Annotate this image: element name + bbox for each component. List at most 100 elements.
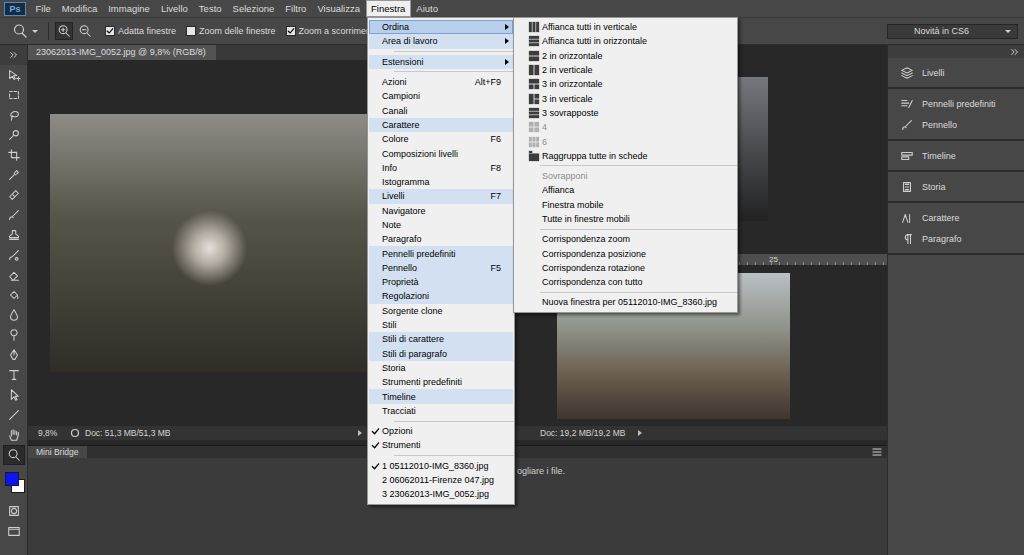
menu-item[interactable]: 2 in verticale bbox=[515, 63, 736, 77]
tool-preset-picker[interactable] bbox=[12, 23, 42, 39]
menu-item[interactable]: Stili di paragrafo bbox=[369, 347, 513, 361]
menu-item[interactable]: 2 in orizzontale bbox=[515, 49, 736, 63]
tool-button[interactable] bbox=[3, 245, 25, 265]
menu-item[interactable]: Corrispondenza rotazione bbox=[515, 261, 736, 275]
tool-button[interactable] bbox=[3, 125, 25, 145]
menu-item[interactable]: 3 in verticale bbox=[515, 91, 736, 105]
menu-item[interactable]: Navigatore bbox=[369, 204, 513, 218]
panel-button[interactable]: Pennelli predefiniti bbox=[888, 93, 1024, 114]
tool-button[interactable] bbox=[3, 185, 25, 205]
menu-bar-item[interactable]: Selezione bbox=[227, 0, 280, 17]
menu-item[interactable]: Campioni bbox=[369, 89, 513, 103]
menu-bar-item[interactable]: Modifica bbox=[56, 0, 102, 17]
tool-button[interactable] bbox=[3, 285, 25, 305]
panel-header[interactable] bbox=[888, 45, 1024, 58]
panel-button[interactable]: Carattere bbox=[888, 207, 1024, 228]
menu-item[interactable]: Ordina bbox=[369, 20, 513, 34]
panel-button[interactable]: Paragrafo bbox=[888, 228, 1024, 249]
menu-bar-item[interactable]: Filtro bbox=[280, 0, 312, 17]
tool-button[interactable] bbox=[3, 165, 25, 185]
menu-item[interactable]: Tracciati bbox=[369, 404, 513, 418]
menu-item[interactable]: Stili bbox=[369, 318, 513, 332]
menu-item[interactable]: Pennello F5 bbox=[369, 261, 513, 275]
menu-item[interactable]: Colore F6 bbox=[369, 132, 513, 146]
menu-item[interactable]: Pennelli predefiniti bbox=[369, 246, 513, 260]
checkbox-box[interactable] bbox=[105, 26, 115, 36]
menu-item[interactable]: Timeline bbox=[369, 389, 513, 403]
zoom-out-button[interactable] bbox=[76, 22, 94, 40]
menu-item[interactable]: 1 05112010-IMG_8360.jpg bbox=[369, 459, 513, 473]
tool-button[interactable] bbox=[3, 445, 25, 465]
menu-item[interactable]: Affianca tutti in verticale bbox=[515, 20, 736, 34]
menu-item[interactable]: Raggruppa tutte in schede bbox=[515, 149, 736, 163]
menu-item[interactable]: Corrispondenza zoom bbox=[515, 232, 736, 246]
menu-item[interactable]: Corrispondenza posizione bbox=[515, 246, 736, 260]
tool-button[interactable] bbox=[3, 425, 25, 445]
menu-item[interactable]: 3 sovrapposte bbox=[515, 106, 736, 120]
panel-header[interactable] bbox=[0, 45, 27, 65]
menu-item[interactable]: Affianca bbox=[515, 183, 736, 197]
status-menu-arrow-icon[interactable] bbox=[638, 430, 642, 436]
checkbox[interactable]: Zoom a scorrimento bbox=[286, 26, 379, 36]
panel-button[interactable]: Storia bbox=[888, 176, 1024, 197]
menu-item[interactable]: Composizioni livelli bbox=[369, 146, 513, 160]
checkbox-box[interactable] bbox=[186, 26, 196, 36]
menu-item[interactable]: Livelli F7 bbox=[369, 189, 513, 203]
tool-button[interactable] bbox=[3, 85, 25, 105]
tool-button[interactable] bbox=[3, 305, 25, 325]
menu-item[interactable]: Canali bbox=[369, 103, 513, 117]
screen-mode-button[interactable] bbox=[3, 521, 25, 541]
info-icon[interactable] bbox=[70, 428, 80, 438]
menu-bar-item[interactable]: Visualizza bbox=[312, 0, 366, 17]
zoom-in-button[interactable] bbox=[55, 22, 73, 40]
quick-mask-button[interactable] bbox=[3, 501, 25, 521]
tool-button[interactable] bbox=[3, 145, 25, 165]
menu-item[interactable]: Strumenti bbox=[369, 438, 513, 452]
menu-item[interactable]: Tutte in finestre mobili bbox=[515, 212, 736, 226]
checkbox[interactable]: Adatta finestre bbox=[105, 26, 176, 36]
tool-button[interactable] bbox=[3, 325, 25, 345]
menu-item[interactable]: Nuova finestra per 05112010-IMG_8360.jpg bbox=[515, 295, 736, 309]
menu-item[interactable]: Sorgente clone bbox=[369, 304, 513, 318]
foreground-color-swatch[interactable] bbox=[5, 472, 19, 486]
panel-button[interactable]: Timeline bbox=[888, 145, 1024, 166]
tool-button[interactable] bbox=[3, 265, 25, 285]
menu-item[interactable]: Stili di carattere bbox=[369, 332, 513, 346]
menu-item[interactable]: Area di lavoro bbox=[369, 34, 513, 48]
menu-item[interactable]: Affianca tutti in orizzontale bbox=[515, 34, 736, 48]
menu-item[interactable]: Corrispondenza con tutto bbox=[515, 275, 736, 289]
workspace-dropdown[interactable]: Novità in CS6 bbox=[887, 24, 1018, 39]
menu-item[interactable]: Strumenti predefiniti bbox=[369, 375, 513, 389]
menu-bar-item[interactable]: Livello bbox=[155, 0, 193, 17]
menu-item[interactable]: Regolazioni bbox=[369, 289, 513, 303]
zoom-field[interactable]: 9,8% bbox=[28, 428, 70, 438]
menu-item[interactable]: Carattere bbox=[369, 118, 513, 132]
tool-button[interactable] bbox=[3, 385, 25, 405]
document-tab[interactable]: 23062013-IMG_0052.jpg @ 9,8% (RGB/8) bbox=[28, 45, 216, 60]
tool-button[interactable] bbox=[3, 205, 25, 225]
checkbox-box[interactable] bbox=[286, 26, 296, 36]
menu-item[interactable]: Azioni Alt+F9 bbox=[369, 75, 513, 89]
menu-bar-item[interactable]: Finestra bbox=[366, 0, 411, 17]
tool-button[interactable] bbox=[3, 345, 25, 365]
menu-item[interactable]: Note bbox=[369, 218, 513, 232]
tool-button[interactable] bbox=[3, 365, 25, 385]
menu-item[interactable]: Finestra mobile bbox=[515, 198, 736, 212]
tool-button[interactable] bbox=[3, 405, 25, 425]
menu-item[interactable]: Estensioni bbox=[369, 55, 513, 69]
menu-item[interactable]: Paragrafo bbox=[369, 232, 513, 246]
panel-menu-icon[interactable] bbox=[871, 447, 883, 457]
tool-button[interactable] bbox=[3, 65, 25, 85]
menu-item[interactable]: Info F8 bbox=[369, 161, 513, 175]
panel-button[interactable]: Pennello bbox=[888, 114, 1024, 135]
checkbox[interactable]: Zoom delle finestre bbox=[186, 26, 276, 36]
panel-tab[interactable]: Mini Bridge bbox=[28, 446, 87, 458]
menu-item[interactable]: Storia bbox=[369, 361, 513, 375]
status-menu-arrow-icon[interactable] bbox=[358, 430, 362, 436]
menu-bar-item[interactable]: Immagine bbox=[103, 0, 156, 17]
menu-item[interactable]: Proprietà bbox=[369, 275, 513, 289]
tool-button[interactable] bbox=[3, 105, 25, 125]
panel-button[interactable]: Livelli bbox=[888, 62, 1024, 83]
menu-item[interactable]: 2 06062011-Firenze 047.jpg bbox=[369, 473, 513, 487]
menu-item[interactable]: 3 in orizzontale bbox=[515, 77, 736, 91]
